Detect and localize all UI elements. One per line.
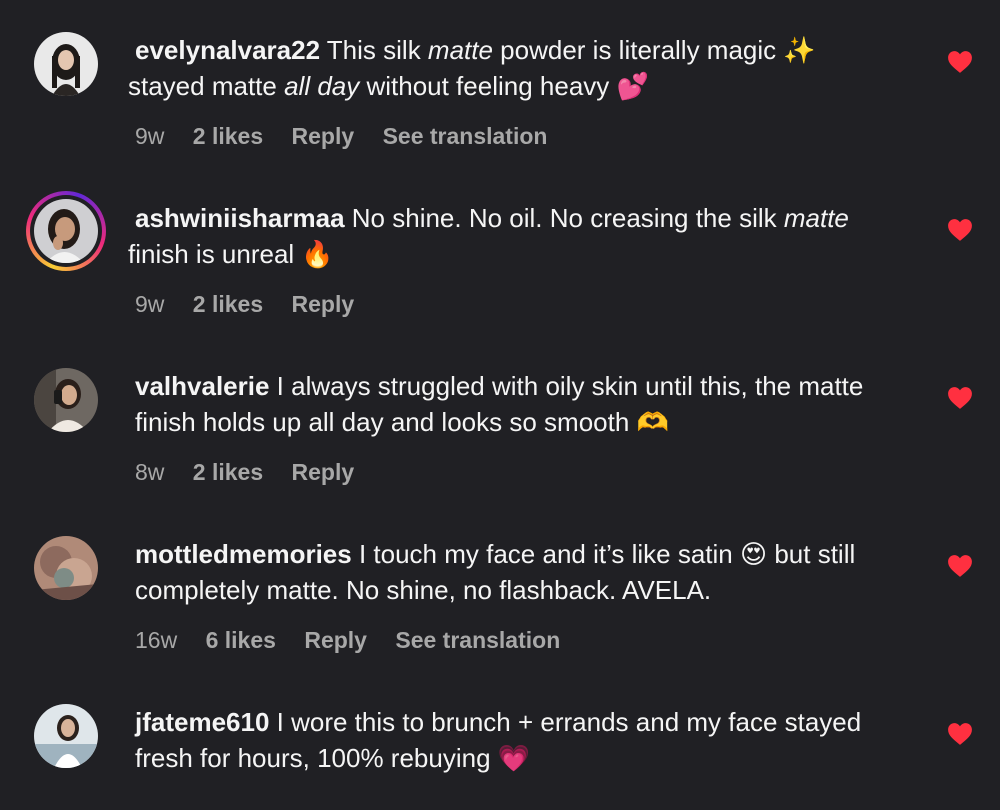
- comment-likes[interactable]: 6 likes: [206, 627, 276, 653]
- comment-body-italic: matte: [427, 35, 493, 65]
- avatar[interactable]: [34, 536, 98, 600]
- comment-time: 8w: [135, 459, 165, 485]
- see-translation-button[interactable]: See translation: [383, 123, 548, 149]
- story-ring-gap: [30, 195, 102, 267]
- heart-filled-icon[interactable]: [947, 218, 973, 242]
- reply-button[interactable]: Reply: [292, 459, 355, 485]
- comment-text: ashwiniisharmaa No shine. No oil. No cre…: [128, 200, 925, 272]
- comment-body-part: powder is literally magic ✨: [492, 35, 816, 65]
- comment-meta: 16w 6 likes Reply See translation: [135, 625, 582, 655]
- comment-body-part: This silk: [320, 35, 428, 65]
- comment-body-italic: all day: [284, 71, 360, 101]
- reply-button[interactable]: Reply: [304, 627, 367, 653]
- reply-button[interactable]: Reply: [292, 123, 355, 149]
- heart-filled-icon[interactable]: [947, 50, 973, 74]
- comment-text: evelynalvara22 This silk matte powder is…: [128, 32, 925, 104]
- comment-text: mottledmemories I touch my face and it’s…: [135, 536, 925, 608]
- comment-text: jfateme610 I wore this to brunch + erran…: [135, 704, 925, 776]
- comment-username[interactable]: ashwiniisharmaa: [135, 203, 345, 233]
- avatar[interactable]: [34, 32, 98, 96]
- heart-filled-icon[interactable]: [947, 386, 973, 410]
- comment-likes[interactable]: 2 likes: [193, 459, 263, 485]
- reply-button[interactable]: Reply: [292, 291, 355, 317]
- heart-filled-icon[interactable]: [947, 554, 973, 578]
- avatar: [34, 199, 98, 263]
- comment-username[interactable]: mottledmemories: [135, 539, 352, 569]
- comment-time: 9w: [135, 123, 165, 149]
- comment-time: 16w: [135, 627, 178, 653]
- comment-username[interactable]: valhvalerie: [135, 371, 269, 401]
- comment-time: 9w: [135, 291, 165, 317]
- comment-meta: 9w 2 likes Reply: [135, 289, 376, 319]
- comment-body-part: No shine. No oil. No creasing the silk: [344, 203, 784, 233]
- avatar-story-ring[interactable]: [26, 191, 106, 271]
- comment-username[interactable]: evelynalvara22: [135, 35, 320, 65]
- comment-meta: 9w 2 likes Reply See translation: [135, 121, 569, 151]
- comment-text: valhvalerie I always struggled with oily…: [135, 368, 925, 440]
- heart-filled-icon[interactable]: [947, 722, 973, 746]
- avatar[interactable]: [34, 368, 98, 432]
- comment-meta: 8w 2 likes Reply: [135, 457, 376, 487]
- see-translation-button[interactable]: See translation: [395, 627, 560, 653]
- comment-likes[interactable]: 2 likes: [193, 123, 263, 149]
- avatar[interactable]: [34, 704, 98, 768]
- comment-body-part: without feeling heavy 💕: [359, 71, 649, 101]
- comment-body-part: finish is unreal 🔥: [128, 239, 334, 269]
- comment-likes[interactable]: 2 likes: [193, 291, 263, 317]
- comment-username[interactable]: jfateme610: [135, 707, 269, 737]
- comment-body-part: stayed matte: [128, 71, 285, 101]
- comment-body-italic: matte: [783, 203, 849, 233]
